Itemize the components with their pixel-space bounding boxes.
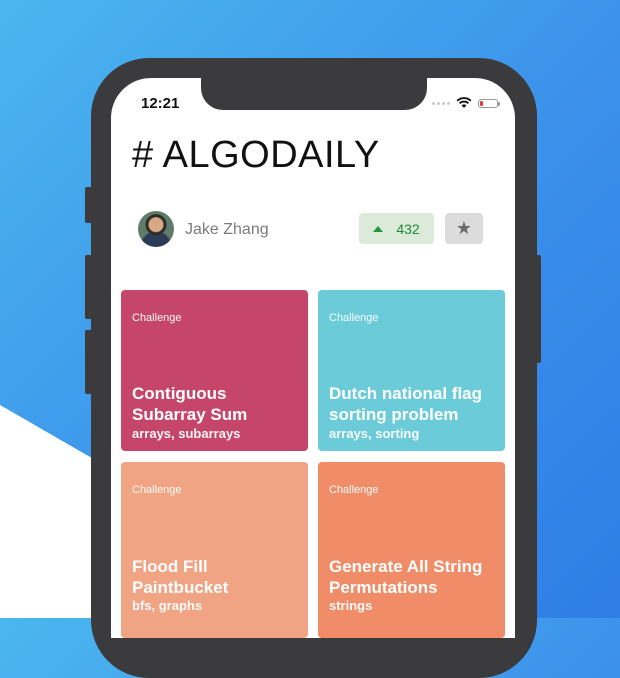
- avatar[interactable]: [138, 211, 174, 247]
- card-kind: Challenge: [329, 484, 379, 496]
- challenge-card-3[interactable]: Challenge Generate All String Permutatio…: [318, 462, 505, 638]
- upvote-arrow-icon: [373, 225, 384, 232]
- challenge-card-1[interactable]: Challenge Dutch national flag sorting pr…: [318, 290, 505, 451]
- card-title-line2: Paintbucket: [132, 578, 229, 597]
- card-title-line1: Generate All String: [329, 557, 483, 576]
- card-tags: arrays, subarrays: [132, 426, 241, 441]
- phone-notch: [201, 78, 427, 110]
- upvote-count: 432: [396, 220, 420, 237]
- card-title-line2: Permutations: [329, 578, 438, 597]
- card-title-line1: Dutch national flag: [329, 384, 482, 403]
- star-button[interactable]: ★: [445, 213, 483, 244]
- status-time: 12:21: [141, 95, 180, 112]
- card-kind: Challenge: [132, 312, 182, 324]
- card-title-line2: sorting problem: [329, 405, 459, 424]
- star-icon: ★: [455, 218, 473, 238]
- card-tags: arrays, sorting: [329, 426, 420, 441]
- status-icons: [432, 96, 500, 110]
- challenge-card-0[interactable]: Challenge Contiguous Subarray Sum arrays…: [121, 290, 308, 451]
- app-title: # ALGODAILY: [132, 134, 380, 176]
- username[interactable]: Jake Zhang: [185, 221, 269, 239]
- card-title-line2: Subarray Sum: [132, 405, 248, 424]
- card-tags: bfs, graphs: [132, 598, 203, 613]
- card-title-line1: Contiguous: [132, 384, 227, 403]
- wifi-icon: [456, 97, 472, 108]
- card-kind: Challenge: [132, 484, 182, 496]
- signal-dots-icon: [432, 101, 450, 105]
- upvote-button[interactable]: 432: [359, 213, 434, 244]
- phone-screen: 12:21 # ALGODAILY Jake Zhang 432 ★ Chall…: [111, 78, 515, 638]
- user-row: Jake Zhang 432 ★: [138, 211, 485, 249]
- card-tags: strings: [329, 598, 373, 613]
- battery-icon: [478, 98, 500, 108]
- challenge-card-2[interactable]: Challenge Flood Fill Paintbucket bfs, gr…: [121, 462, 308, 638]
- card-kind: Challenge: [329, 312, 379, 324]
- card-title-line1: Flood Fill: [132, 557, 208, 576]
